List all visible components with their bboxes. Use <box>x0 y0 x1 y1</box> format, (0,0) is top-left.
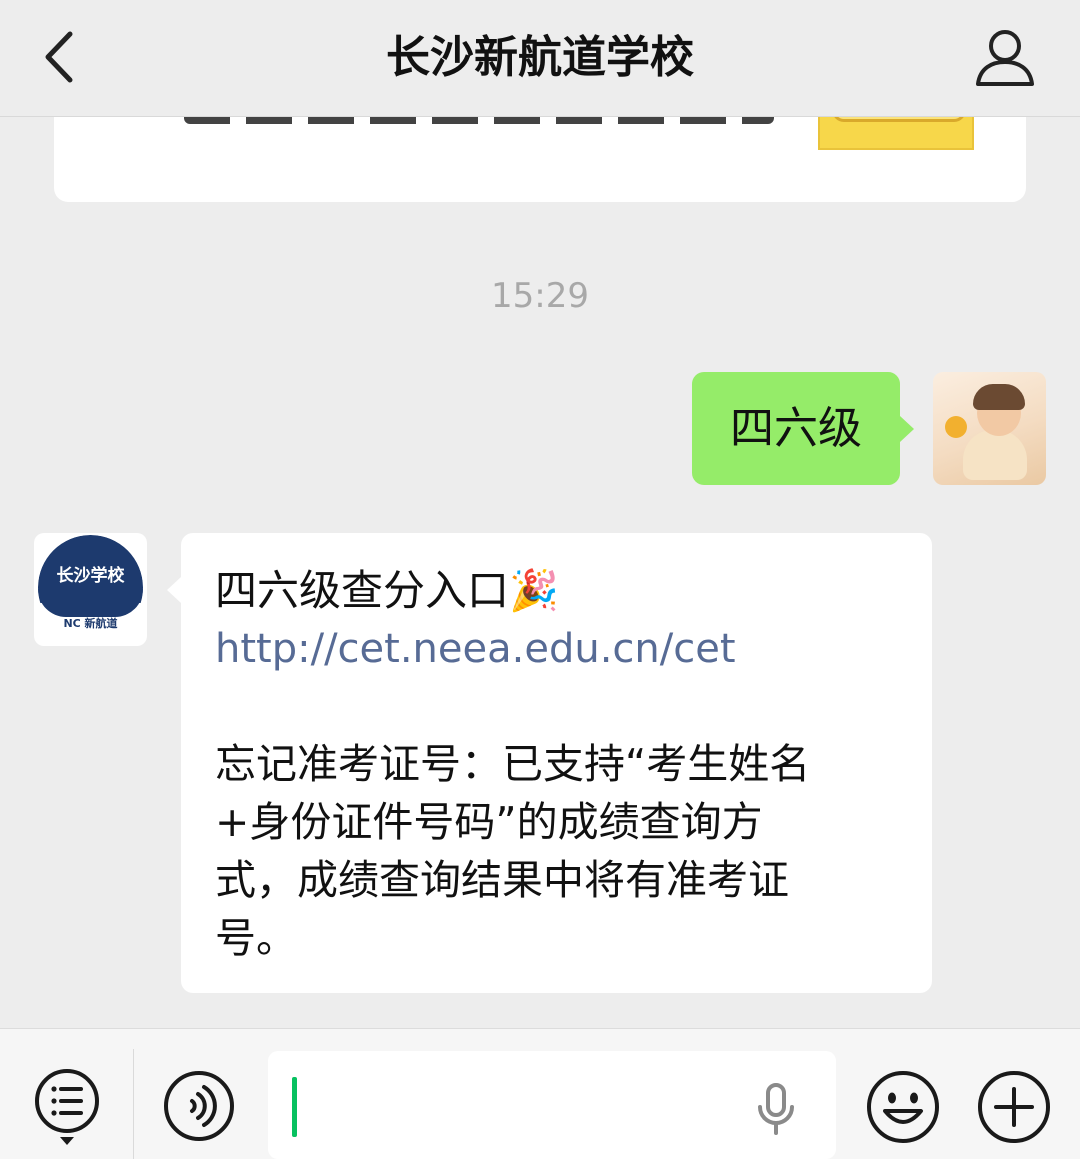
voice-icon[interactable] <box>162 1069 236 1143</box>
user-avatar[interactable] <box>933 372 1046 485</box>
outgoing-message-bubble[interactable]: 四六级 <box>692 372 914 485</box>
chat-title: 长沙新航道学校 <box>386 32 694 83</box>
message-body-text: 忘记准考证号：已支持“考生姓名 +身份证件号码”的成绩查询方 式，成绩查询结果中… <box>215 740 811 962</box>
emoji-icon[interactable] <box>865 1069 941 1145</box>
message-timestamp: 15:29 <box>491 276 589 316</box>
party-popper-emoji: 🎉 <box>509 568 559 614</box>
chat-header: 长沙新航道学校 <box>0 0 1080 117</box>
avatar-logo-text: NC 新航道 <box>63 617 118 630</box>
message-heading: 四六级查分入口🎉 <box>215 563 900 621</box>
score-query-link[interactable]: http://cet.neea.edu.cn/cet <box>215 621 900 677</box>
add-icon[interactable] <box>976 1069 1052 1145</box>
menu-list-icon[interactable] <box>33 1067 101 1149</box>
input-toolbar <box>0 1028 1080 1159</box>
message-input[interactable] <box>268 1051 836 1159</box>
profile-icon[interactable] <box>970 26 1040 90</box>
message-heading-text: 四六级查分入口 <box>215 566 510 615</box>
avatar-school-name: 长沙学校 <box>56 566 125 586</box>
microphone-icon[interactable] <box>754 1081 798 1139</box>
text-caret <box>292 1077 297 1137</box>
school-avatar[interactable]: 长沙学校 NC 新航道 <box>34 533 147 646</box>
incoming-message-bubble[interactable]: 四六级查分入口🎉 http://cet.neea.edu.cn/cet 忘记准考… <box>167 533 932 993</box>
toolbar-divider <box>133 1049 134 1159</box>
